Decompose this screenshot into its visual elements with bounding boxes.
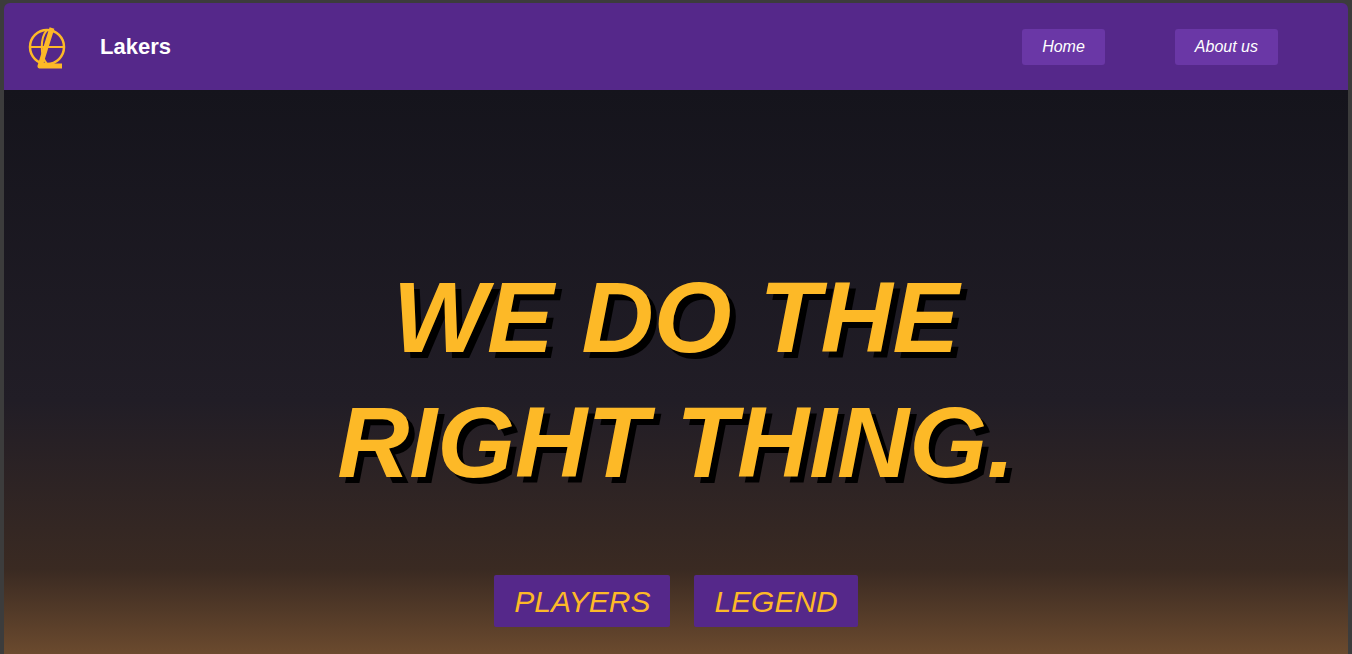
navbar: Lakers Home About us	[4, 3, 1348, 90]
hero-button[interactable]: PLAYERS	[494, 575, 670, 627]
hero-headline: WE DO THE RIGHT THING.	[266, 255, 1086, 505]
nav-button[interactable]: Home	[1022, 29, 1105, 65]
lakers-logo-icon	[20, 24, 74, 70]
nav-links: Home About us	[1022, 29, 1278, 65]
page: Lakers Home About us WE DO THE RIGHT THING.…	[0, 0, 1352, 654]
nav-button[interactable]: About us	[1175, 29, 1278, 65]
hero-button[interactable]: LEGEND	[694, 575, 857, 627]
hero-buttons: PLAYERS LEGEND	[494, 575, 858, 627]
brand-name[interactable]: Lakers	[100, 30, 171, 63]
hero: WE DO THE RIGHT THING. PLAYERS LEGEND	[4, 90, 1348, 654]
